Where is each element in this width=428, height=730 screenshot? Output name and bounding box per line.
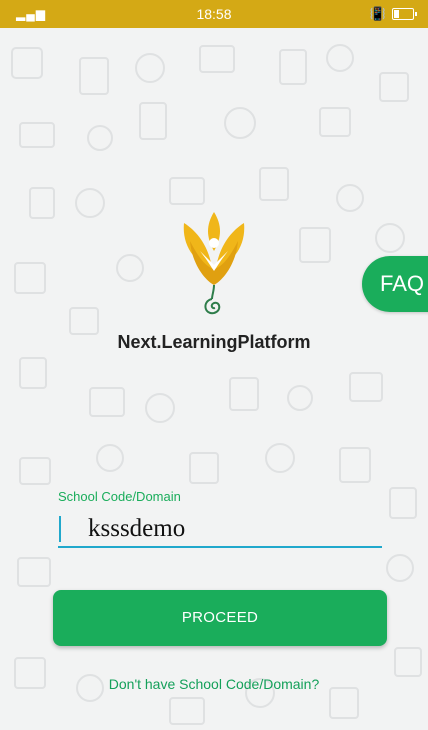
status-time: 18:58 <box>196 6 232 22</box>
status-bar: ▂▄▆ 18:58 📳 <box>0 0 428 28</box>
faq-button[interactable]: FAQ <box>362 256 428 312</box>
no-school-code-link[interactable]: Don't have School Code/Domain? <box>0 676 428 692</box>
text-cursor <box>59 516 61 542</box>
brand-name: Next.LearningPlatform <box>117 332 311 352</box>
tulip-logo-icon <box>183 212 245 315</box>
school-code-input[interactable]: ksssdemo <box>58 512 382 548</box>
school-code-value: ksssdemo <box>88 515 186 542</box>
status-icons: 📳 <box>369 6 417 22</box>
proceed-button[interactable]: PROCEED <box>53 590 387 646</box>
school-code-label: School Code/Domain <box>58 489 181 504</box>
vibrate-icon: 📳 <box>369 6 386 21</box>
battery-icon <box>392 8 417 20</box>
